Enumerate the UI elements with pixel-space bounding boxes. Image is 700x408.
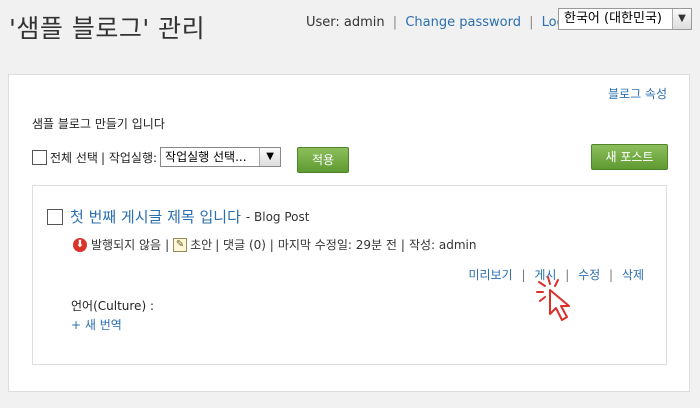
action-separator: |: [609, 268, 614, 282]
nav-separator: |: [392, 15, 398, 30]
bulk-action-value: 작업실행 선택...: [165, 150, 247, 164]
cursor-arrow-icon: [536, 276, 570, 321]
bulk-action-select[interactable]: 작업실행 선택... ▼: [160, 147, 282, 167]
unpublished-icon: ⬇: [73, 237, 87, 252]
bulk-action-label: | 작업실행:: [100, 150, 158, 165]
blog-settings-link[interactable]: 블로그 속성: [608, 85, 667, 102]
chevron-down-icon: ▼: [672, 9, 691, 29]
meta-separator: |: [400, 237, 405, 252]
post-title-row: 첫 번째 게시글 제목 입니다 - Blog Post: [47, 206, 309, 227]
post-draft-label: 초안: [190, 238, 213, 252]
post-type: - Blog Post: [245, 209, 310, 224]
nav-separator: |: [529, 15, 534, 30]
post-author: 작성: admin: [408, 238, 477, 252]
new-post-button[interactable]: 새 포스트: [591, 144, 668, 170]
post-item: 첫 번째 게시글 제목 입니다 - Blog Post ⬇ 발행되지 않음 | …: [32, 185, 667, 365]
post-comments: | 댓글 (0) |: [215, 238, 274, 252]
select-all-label: 전체 선택: [50, 150, 98, 165]
action-separator: |: [521, 268, 526, 282]
draft-icon: ✎: [173, 237, 188, 252]
post-last-modified: 마지막 수정일: 29분 전: [277, 238, 397, 252]
change-password-link[interactable]: Change password: [405, 15, 521, 30]
delete-link[interactable]: 삭제: [622, 268, 644, 282]
post-checkbox[interactable]: [47, 208, 63, 225]
meta-separator: |: [165, 237, 170, 252]
user-label: User: admin: [306, 15, 385, 30]
bulk-actions-bar: 전체 선택 | 작업실행: 작업실행 선택... ▼: [32, 147, 282, 167]
apply-button[interactable]: 적용: [297, 147, 349, 173]
culture-label: 언어(Culture) :: [71, 299, 154, 313]
main-panel: 블로그 속성 샘플 블로그 만들기 입니다 전체 선택 | 작업실행: 작업실행…: [8, 74, 690, 392]
language-select[interactable]: 한국어 (대한민국) ▼: [558, 8, 692, 30]
chevron-down-icon: ▼: [259, 148, 281, 166]
preview-link[interactable]: 미리보기: [468, 268, 512, 282]
select-all-checkbox[interactable]: [32, 149, 47, 165]
post-title-link[interactable]: 첫 번째 게시글 제목 입니다: [70, 206, 241, 227]
language-value: 한국어 (대한민국): [564, 11, 662, 26]
user-nav: User: admin | Change password | Logout: [306, 15, 586, 30]
post-meta: ⬇ 발행되지 않음 | ✎ 초안 | 댓글 (0) | 마지막 수정일: 29분…: [73, 236, 476, 253]
blog-subtitle: 샘플 블로그 만들기 입니다: [32, 117, 165, 131]
post-status: 발행되지 않음: [91, 238, 162, 252]
new-translation-link[interactable]: + 새 번역: [71, 316, 122, 333]
page-title: '샘플 블로그' 관리: [9, 14, 206, 43]
